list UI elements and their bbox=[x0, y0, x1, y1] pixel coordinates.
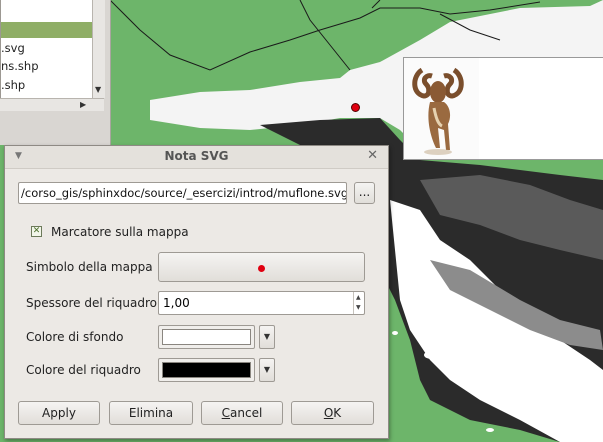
browse-button[interactable]: ... bbox=[354, 182, 375, 204]
background-color-dropdown-icon[interactable]: ▼ bbox=[259, 325, 275, 349]
ok-mnemonic: O bbox=[323, 406, 334, 420]
dialog-titlebar[interactable]: ▼ Nota SVG ✕ bbox=[5, 146, 388, 169]
list-item[interactable]: .shp bbox=[1, 76, 25, 94]
frame-width-value: 1,00 bbox=[163, 296, 190, 310]
map-symbol-label: Simbolo della mappa bbox=[26, 260, 153, 274]
frame-color-dropdown-icon[interactable]: ▼ bbox=[259, 358, 275, 382]
background-color-button[interactable] bbox=[158, 325, 255, 349]
svg-annotation-dialog: ▼ Nota SVG ✕ /corso_gis/sphinxdoc/source… bbox=[4, 145, 389, 439]
map-marker-dot[interactable] bbox=[351, 103, 360, 112]
scroll-right-arrow-icon[interactable]: ▶ bbox=[80, 100, 86, 110]
cancel-button[interactable]: Cancel bbox=[201, 401, 283, 425]
ok-label: K bbox=[333, 406, 342, 420]
apply-button[interactable]: Apply bbox=[18, 401, 100, 425]
spin-arrows[interactable]: ▲ ▼ bbox=[353, 292, 364, 314]
frame-width-label: Spessore del riquadro bbox=[26, 296, 157, 310]
file-browser-panel: .svg ns.shp .shp ▼ ▶ bbox=[0, 0, 111, 145]
horizontal-scrollbar[interactable]: ▶ bbox=[0, 98, 104, 111]
map-marker-label: Marcatore sulla mappa bbox=[51, 225, 189, 239]
background-color-swatch bbox=[162, 329, 251, 345]
spin-up-icon[interactable]: ▲ bbox=[356, 295, 361, 301]
svg-annotation[interactable] bbox=[403, 57, 603, 160]
spin-down-icon[interactable]: ▼ bbox=[356, 305, 361, 311]
cancel-mnemonic: C bbox=[221, 406, 231, 420]
background-color-label: Colore di sfondo bbox=[26, 330, 124, 344]
cancel-label: ancel bbox=[230, 406, 263, 420]
map-marker-checkbox[interactable]: ✕ bbox=[31, 226, 42, 237]
list-item[interactable]: ns.shp bbox=[1, 57, 39, 75]
vertical-scrollbar[interactable]: ▼ bbox=[92, 0, 105, 98]
ok-button[interactable]: OK bbox=[291, 401, 374, 425]
marker-symbol-icon bbox=[258, 265, 265, 272]
close-icon[interactable]: ✕ bbox=[367, 148, 378, 163]
selected-row-highlight bbox=[1, 22, 93, 38]
frame-color-button[interactable] bbox=[158, 358, 255, 382]
scroll-down-arrow-icon[interactable]: ▼ bbox=[95, 85, 101, 95]
dialog-title: Nota SVG bbox=[164, 149, 229, 163]
file-list[interactable]: .svg ns.shp .shp bbox=[0, 0, 94, 99]
delete-button[interactable]: Elimina bbox=[109, 401, 193, 425]
mouflon-image bbox=[404, 58, 479, 159]
file-path-input[interactable]: /corso_gis/sphinxdoc/source/_esercizi/in… bbox=[18, 182, 347, 204]
frame-color-swatch bbox=[162, 362, 251, 378]
frame-color-label: Colore del riquadro bbox=[26, 363, 141, 377]
map-symbol-button[interactable] bbox=[158, 252, 365, 282]
list-item[interactable]: .svg bbox=[1, 39, 25, 57]
frame-width-spinbox[interactable]: 1,00 ▲ ▼ bbox=[158, 291, 365, 315]
